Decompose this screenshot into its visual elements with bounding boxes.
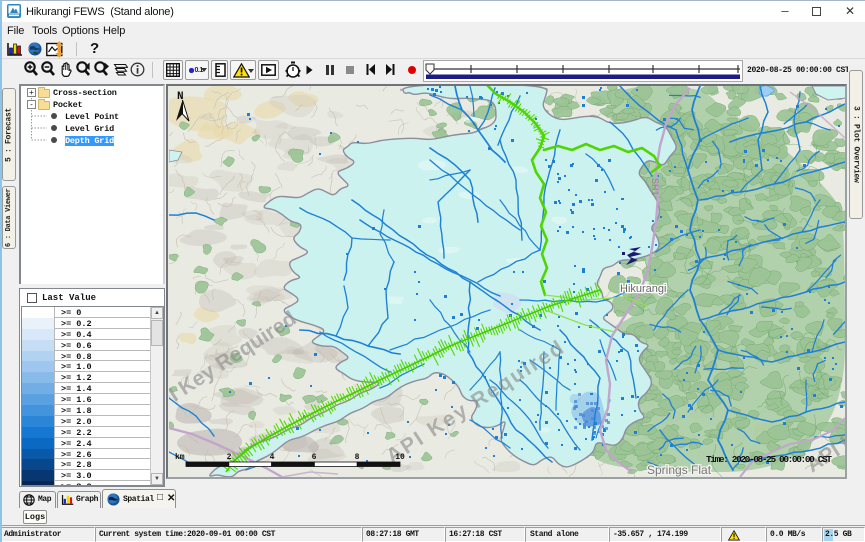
svg-text:8: 8 xyxy=(355,453,360,462)
svg-text:Hikurangi: Hikurangi xyxy=(620,283,666,295)
svg-text:6: 6 xyxy=(312,453,317,462)
svg-text:SH1: SH1 xyxy=(650,178,660,196)
svg-text:Springs Flat: Springs Flat xyxy=(647,463,712,477)
svg-text:4: 4 xyxy=(270,453,275,462)
svg-text:Time: 2020-08-25 00:00:00 CST: Time: 2020-08-25 00:00:00 CST xyxy=(706,454,832,465)
svg-text:km: km xyxy=(175,453,185,462)
svg-text:2: 2 xyxy=(227,453,232,462)
svg-text:10: 10 xyxy=(395,453,405,462)
